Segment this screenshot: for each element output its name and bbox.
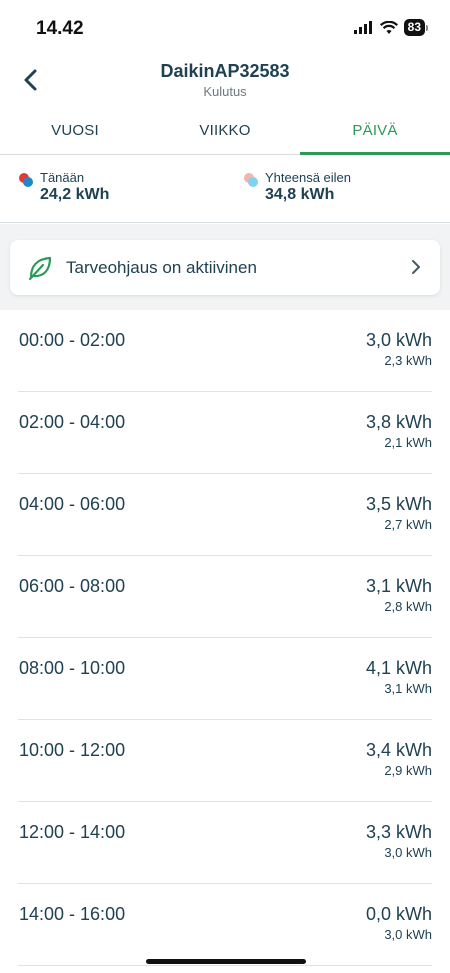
- legend-yesterday-value: 34,8 kWh: [265, 186, 335, 203]
- row-sub-value: 3,1 kWh: [384, 681, 432, 696]
- legend-today-label: Tänään: [40, 170, 85, 185]
- row-sub-value: 2,1 kWh: [384, 435, 432, 450]
- list-item[interactable]: 04:00 - 06:00 3,5 kWh 2,7 kWh: [18, 474, 432, 556]
- status-time: 14.42: [36, 18, 84, 39]
- chevron-right-icon: [412, 260, 420, 274]
- yesterday-dot-icon: [244, 173, 258, 187]
- legend-today-value: 24,2 kWh: [40, 186, 110, 203]
- row-time: 14:00 - 16:00: [19, 904, 126, 924]
- row-time: 08:00 - 10:00: [19, 658, 126, 678]
- consumption-legend: Tänään 24,2 kWh Yhteensä eilen 34,8 kWh: [0, 156, 450, 223]
- tab-day[interactable]: PÄIVÄ: [300, 112, 450, 155]
- cellular-signal-icon: [353, 20, 372, 34]
- list-item[interactable]: 12:00 - 14:00 3,3 kWh 3,0 kWh: [18, 802, 432, 884]
- row-value: 3,8 kWh: [365, 412, 432, 432]
- row-sub-value: 3,0 kWh: [384, 845, 432, 860]
- status-bar: 14.42 83: [0, 0, 450, 50]
- row-value: 3,5 kWh: [365, 494, 432, 514]
- list-item[interactable]: 06:00 - 08:00 3,1 kWh 2,8 kWh: [18, 556, 432, 638]
- row-sub-value: 2,3 kWh: [384, 353, 432, 368]
- today-dot-icon: [19, 173, 33, 187]
- home-indicator[interactable]: [146, 959, 306, 964]
- row-value: 3,1 kWh: [365, 576, 432, 596]
- page-title: DaikinAP32583: [160, 61, 290, 81]
- list-item[interactable]: 14:00 - 16:00 0,0 kWh 3,0 kWh: [18, 884, 432, 966]
- nav-bar: DaikinAP32583 Kulutus: [0, 58, 450, 102]
- list-item[interactable]: 02:00 - 04:00 3,8 kWh 2,1 kWh: [18, 392, 432, 474]
- status-icons: 83: [353, 19, 428, 36]
- hourly-list: 00:00 - 02:00 3,0 kWh 2,3 kWh 02:00 - 04…: [0, 310, 450, 966]
- battery-level: 83: [403, 19, 425, 36]
- battery-icon: [426, 24, 428, 31]
- row-value: 0,0 kWh: [365, 904, 432, 924]
- period-tabs: VUOSI VIIKKO PÄIVÄ: [0, 112, 450, 155]
- leaf-icon: [28, 256, 52, 281]
- row-value: 3,3 kWh: [365, 822, 432, 842]
- row-time: 00:00 - 02:00: [19, 330, 126, 350]
- tab-week[interactable]: VIIKKO: [150, 112, 300, 154]
- demand-control-label: Tarveohjaus on aktiivinen: [66, 258, 257, 277]
- tab-year[interactable]: VUOSI: [0, 112, 150, 154]
- row-value: 3,0 kWh: [365, 330, 432, 350]
- row-time: 04:00 - 06:00: [19, 494, 126, 514]
- list-item[interactable]: 08:00 - 10:00 4,1 kWh 3,1 kWh: [18, 638, 432, 720]
- page-subtitle: Kulutus: [203, 84, 247, 99]
- row-sub-value: 2,8 kWh: [384, 599, 432, 614]
- legend-yesterday-label: Yhteensä eilen: [265, 170, 352, 185]
- row-value: 4,1 kWh: [365, 658, 432, 678]
- row-sub-value: 2,7 kWh: [384, 517, 432, 532]
- row-sub-value: 3,0 kWh: [384, 927, 432, 942]
- wifi-icon: [379, 20, 398, 34]
- row-time: 02:00 - 04:00: [19, 412, 126, 432]
- demand-control-card[interactable]: Tarveohjaus on aktiivinen: [10, 240, 440, 295]
- list-item[interactable]: 00:00 - 02:00 3,0 kWh 2,3 kWh: [18, 310, 432, 392]
- row-time: 06:00 - 08:00: [19, 576, 126, 596]
- row-time: 12:00 - 14:00: [19, 822, 126, 842]
- row-sub-value: 2,9 kWh: [384, 763, 432, 778]
- list-item[interactable]: 10:00 - 12:00 3,4 kWh 2,9 kWh: [18, 720, 432, 802]
- row-time: 10:00 - 12:00: [19, 740, 126, 760]
- row-value: 3,4 kWh: [365, 740, 432, 760]
